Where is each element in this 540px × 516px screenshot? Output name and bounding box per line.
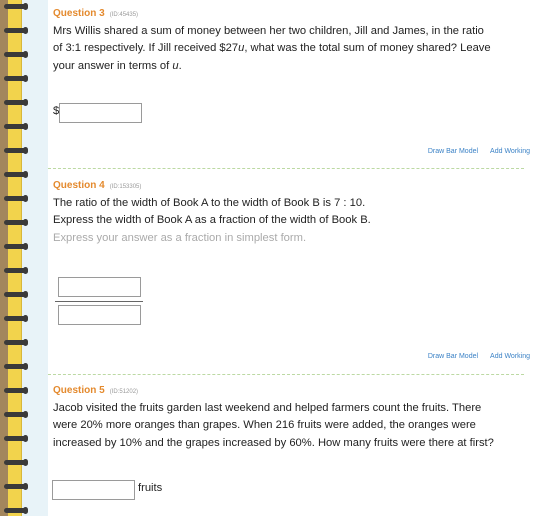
spiral-ring — [4, 219, 28, 226]
draw-bar-model-link[interactable]: Draw Bar Model — [428, 353, 478, 360]
spiral-ring — [4, 147, 28, 154]
spiral-ring — [4, 459, 28, 466]
spiral-ring — [4, 195, 28, 202]
question-4-id: (ID:153305) — [109, 184, 142, 190]
question-5-text-line-1: Jacob visited the fruits garden last wee… — [53, 402, 482, 414]
divider — [48, 168, 524, 169]
spiral-ring — [4, 75, 28, 82]
spiral-ring — [4, 171, 28, 178]
spiral-ring — [4, 315, 28, 322]
question-5-title: Question 5 (ID:51202) — [53, 385, 139, 396]
question-3-tools: Draw Bar Model Add Working — [416, 148, 530, 155]
fraction-bar — [55, 301, 143, 302]
question-3-text-line-1: Mrs Willis shared a sum of money between… — [53, 25, 484, 37]
spiral-ring — [4, 267, 28, 274]
draw-bar-model-link[interactable]: Draw Bar Model — [428, 148, 478, 155]
spiral-ring — [4, 123, 28, 130]
question-4-text-line-1: The ratio of the width of Book A to the … — [53, 197, 366, 209]
question-3-text-line-2: of 3:1 respectively. If Jill received $2… — [53, 42, 491, 54]
spiral-ring — [4, 243, 28, 250]
question-5-id: (ID:51202) — [109, 389, 139, 395]
spiral-ring — [4, 363, 28, 370]
worksheet: Question 3 (ID:45435) Mrs Willis shared a… — [48, 0, 540, 516]
fraction-numerator-input[interactable] — [58, 277, 141, 297]
question-4-text-line-2: Express the width of Book A as a fractio… — [53, 214, 371, 226]
question-5-text-line-2: were 20% more oranges than grapes. When … — [53, 419, 476, 431]
unit-label: fruits — [138, 482, 163, 494]
question-4-tools: Draw Bar Model Add Working — [416, 353, 530, 360]
spiral-ring — [4, 291, 28, 298]
spiral-ring — [4, 51, 28, 58]
question-4-title: Question 4 (ID:153305) — [53, 180, 142, 191]
fraction-denominator-input[interactable] — [58, 305, 141, 325]
question-3-id: (ID:45435) — [109, 12, 139, 18]
question-3-text-line-3: your answer in terms of u. — [53, 60, 182, 72]
spiral-ring — [4, 339, 28, 346]
question-5-answer-input[interactable] — [52, 480, 135, 500]
divider — [48, 374, 524, 375]
spiral-ring — [4, 27, 28, 34]
add-working-link[interactable]: Add Working — [490, 148, 530, 155]
question-5-text-line-3: increased by 10% and the grapes increase… — [53, 437, 494, 449]
add-working-link[interactable]: Add Working — [490, 353, 530, 360]
spiral-ring — [4, 99, 28, 106]
spiral-ring — [4, 3, 28, 10]
spiral-ring — [4, 411, 28, 418]
question-4-hint: Express your answer as a fraction in sim… — [53, 232, 307, 244]
spiral-ring — [4, 507, 28, 514]
notebook-binding — [0, 0, 48, 516]
spiral-ring — [4, 435, 28, 442]
spiral-ring — [4, 387, 28, 394]
spiral-ring — [4, 483, 28, 490]
question-3-answer-input[interactable] — [59, 103, 142, 123]
question-3-title: Question 3 (ID:45435) — [53, 8, 139, 19]
